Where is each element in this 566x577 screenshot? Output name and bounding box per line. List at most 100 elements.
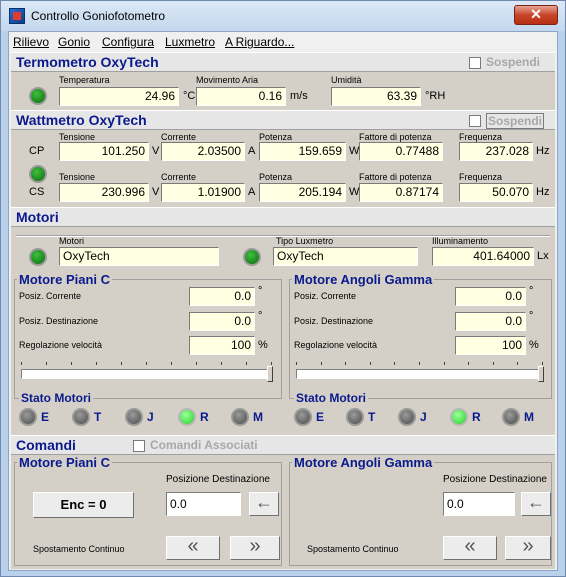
motor-status-label-t: T [368,410,376,424]
comandi-piani-apply-button[interactable]: ← [249,492,279,516]
piani-vel-value: 100 [189,336,255,355]
motor-status-label-j: J [147,410,154,424]
slider-tick [46,362,47,365]
umidita-value: 63.39 [331,87,421,106]
temperatura-label: Temperatura [59,75,110,85]
gamma-dest-unit: ° [529,310,534,322]
cs-potenza-value: 205.194 [259,183,346,202]
movimento-aria-unit: m/s [290,90,308,102]
comandi-gamma-title: Motore Angoli Gamma [292,455,435,470]
sospendi-wattmetro-checkbox[interactable] [469,115,481,127]
piani-vel-label: Regolazione velocità [19,340,103,350]
motor-status-label-m: M [253,410,263,424]
cs-corrente-label: Corrente [161,172,197,182]
menu-a-riguardo[interactable]: A Riguardo... [225,35,294,49]
comandi-gamma-apply-button[interactable]: ← [521,492,551,516]
slider-tick [370,362,371,365]
app-window: Controllo Goniofotometro ✕ Rilievo Gonio… [0,0,566,577]
comandi-gamma-left-button[interactable]: « [443,536,497,560]
client-area: Rilievo Gonio Configura Luxmetro A Rigua… [8,31,558,571]
menu-gonio[interactable]: Gonio [58,35,90,49]
motor-status-label-e: E [316,410,325,424]
menu-configura[interactable]: Configura [102,35,154,49]
cs-corrente-value: 1.01900 [161,183,245,202]
comandi-gamma-pos-label: Posizione Destinazione [443,474,547,485]
motor-status-label-r: R [472,410,481,424]
gamma-stato-title: Stato Motori [294,391,368,405]
piani-dest-unit: ° [258,310,263,322]
tipo-luxmetro-value: OxyTech [273,247,418,266]
enc-button[interactable]: Enc = 0 [33,492,134,518]
cp-fattore-label: Fattore di potenza [359,132,432,142]
close-button[interactable]: ✕ [514,5,558,25]
gamma-speed-slider[interactable] [296,369,544,379]
comandi-associati-checkbox[interactable] [133,440,145,452]
termometro-title: Termometro OxyTech [16,54,159,70]
comandi-title: Comandi [16,437,76,453]
slider-tick [493,362,494,365]
motor-status-label-m: M [524,410,534,424]
slider-tick [419,362,420,365]
piani-speed-slider-thumb[interactable] [267,366,273,382]
motori-label: Motori [59,236,85,246]
illuminamento-unit: Lx [537,250,549,262]
piani-dest-label: Posiz. Destinazione [19,316,99,326]
motori-value: OxyTech [59,247,219,266]
sospendi-wattmetro-label: Sospendi [486,113,545,129]
motor-status-led-e [294,408,312,426]
motor-status-led-e [19,408,37,426]
motor-status-led-m [502,408,520,426]
menu-luxmetro[interactable]: Luxmetro [165,35,215,49]
cp-corrente-label: Corrente [161,132,197,142]
comandi-gamma-right-button[interactable]: » [505,536,551,560]
motor-status-label-j: J [420,410,427,424]
piani-speed-slider[interactable] [21,369,273,379]
cp-fattore-value: 0.77488 [359,142,443,161]
title-bar[interactable]: Controllo Goniofotometro ✕ [1,1,565,31]
slider-tick [321,362,322,365]
slider-tick [246,362,247,365]
motor-status-led-t [346,408,364,426]
motor-status-led-m [231,408,249,426]
slider-tick [444,362,445,365]
sospendi-termometro-checkbox[interactable] [469,57,481,69]
comandi-header [11,435,555,455]
cs-frequenza-value: 50.070 [459,183,533,202]
piani-corrente-value: 0.0 [189,287,255,306]
slider-tick [517,362,518,365]
slider-tick [221,362,222,365]
cs-tensione-label: Tensione [59,172,96,182]
comandi-gamma-pos-input[interactable]: 0.0 [443,492,515,516]
cp-tag: CP [29,145,45,157]
slider-tick [146,362,147,365]
comandi-piani-right-button[interactable]: » [230,536,280,560]
movimento-aria-value: 0.16 [196,87,286,106]
gamma-speed-slider-thumb[interactable] [538,366,544,382]
umidita-label: Umidità [331,75,362,85]
piani-dest-value: 0.0 [189,312,255,331]
comandi-piani-pos-label: Posizione Destinazione [166,474,270,485]
comandi-piani-pos-input[interactable]: 0.0 [166,492,241,516]
gamma-corrente-unit: ° [529,285,534,297]
umidita-unit: °RH [425,90,446,102]
app-icon [9,8,25,24]
cs-tag: CS [29,186,45,198]
cp-frequenza-label: Frequenza [459,132,503,142]
cp-tensione-label: Tensione [59,132,96,142]
motor-status-label-t: T [94,410,102,424]
cs-frequenza-unit: Hz [536,186,550,198]
main-panel: Termometro OxyTech Sospendi Temperatura … [11,52,555,569]
cp-potenza-label: Potenza [259,132,293,142]
menu-rilievo[interactable]: Rilievo [13,35,49,49]
slider-tick [171,362,172,365]
slider-tick [296,362,297,365]
cs-tensione-value: 230.996 [59,183,149,202]
comandi-piani-left-button[interactable]: « [166,536,220,560]
luxmetro-status-led [243,248,261,266]
gamma-dest-label: Posiz. Destinazione [294,316,374,326]
cs-frequenza-label: Frequenza [459,172,503,182]
cp-potenza-unit: W [349,145,360,157]
cs-fattore-value: 0.87174 [359,183,443,202]
motor-status-led-j [398,408,416,426]
motori-title: Motori [16,209,59,225]
